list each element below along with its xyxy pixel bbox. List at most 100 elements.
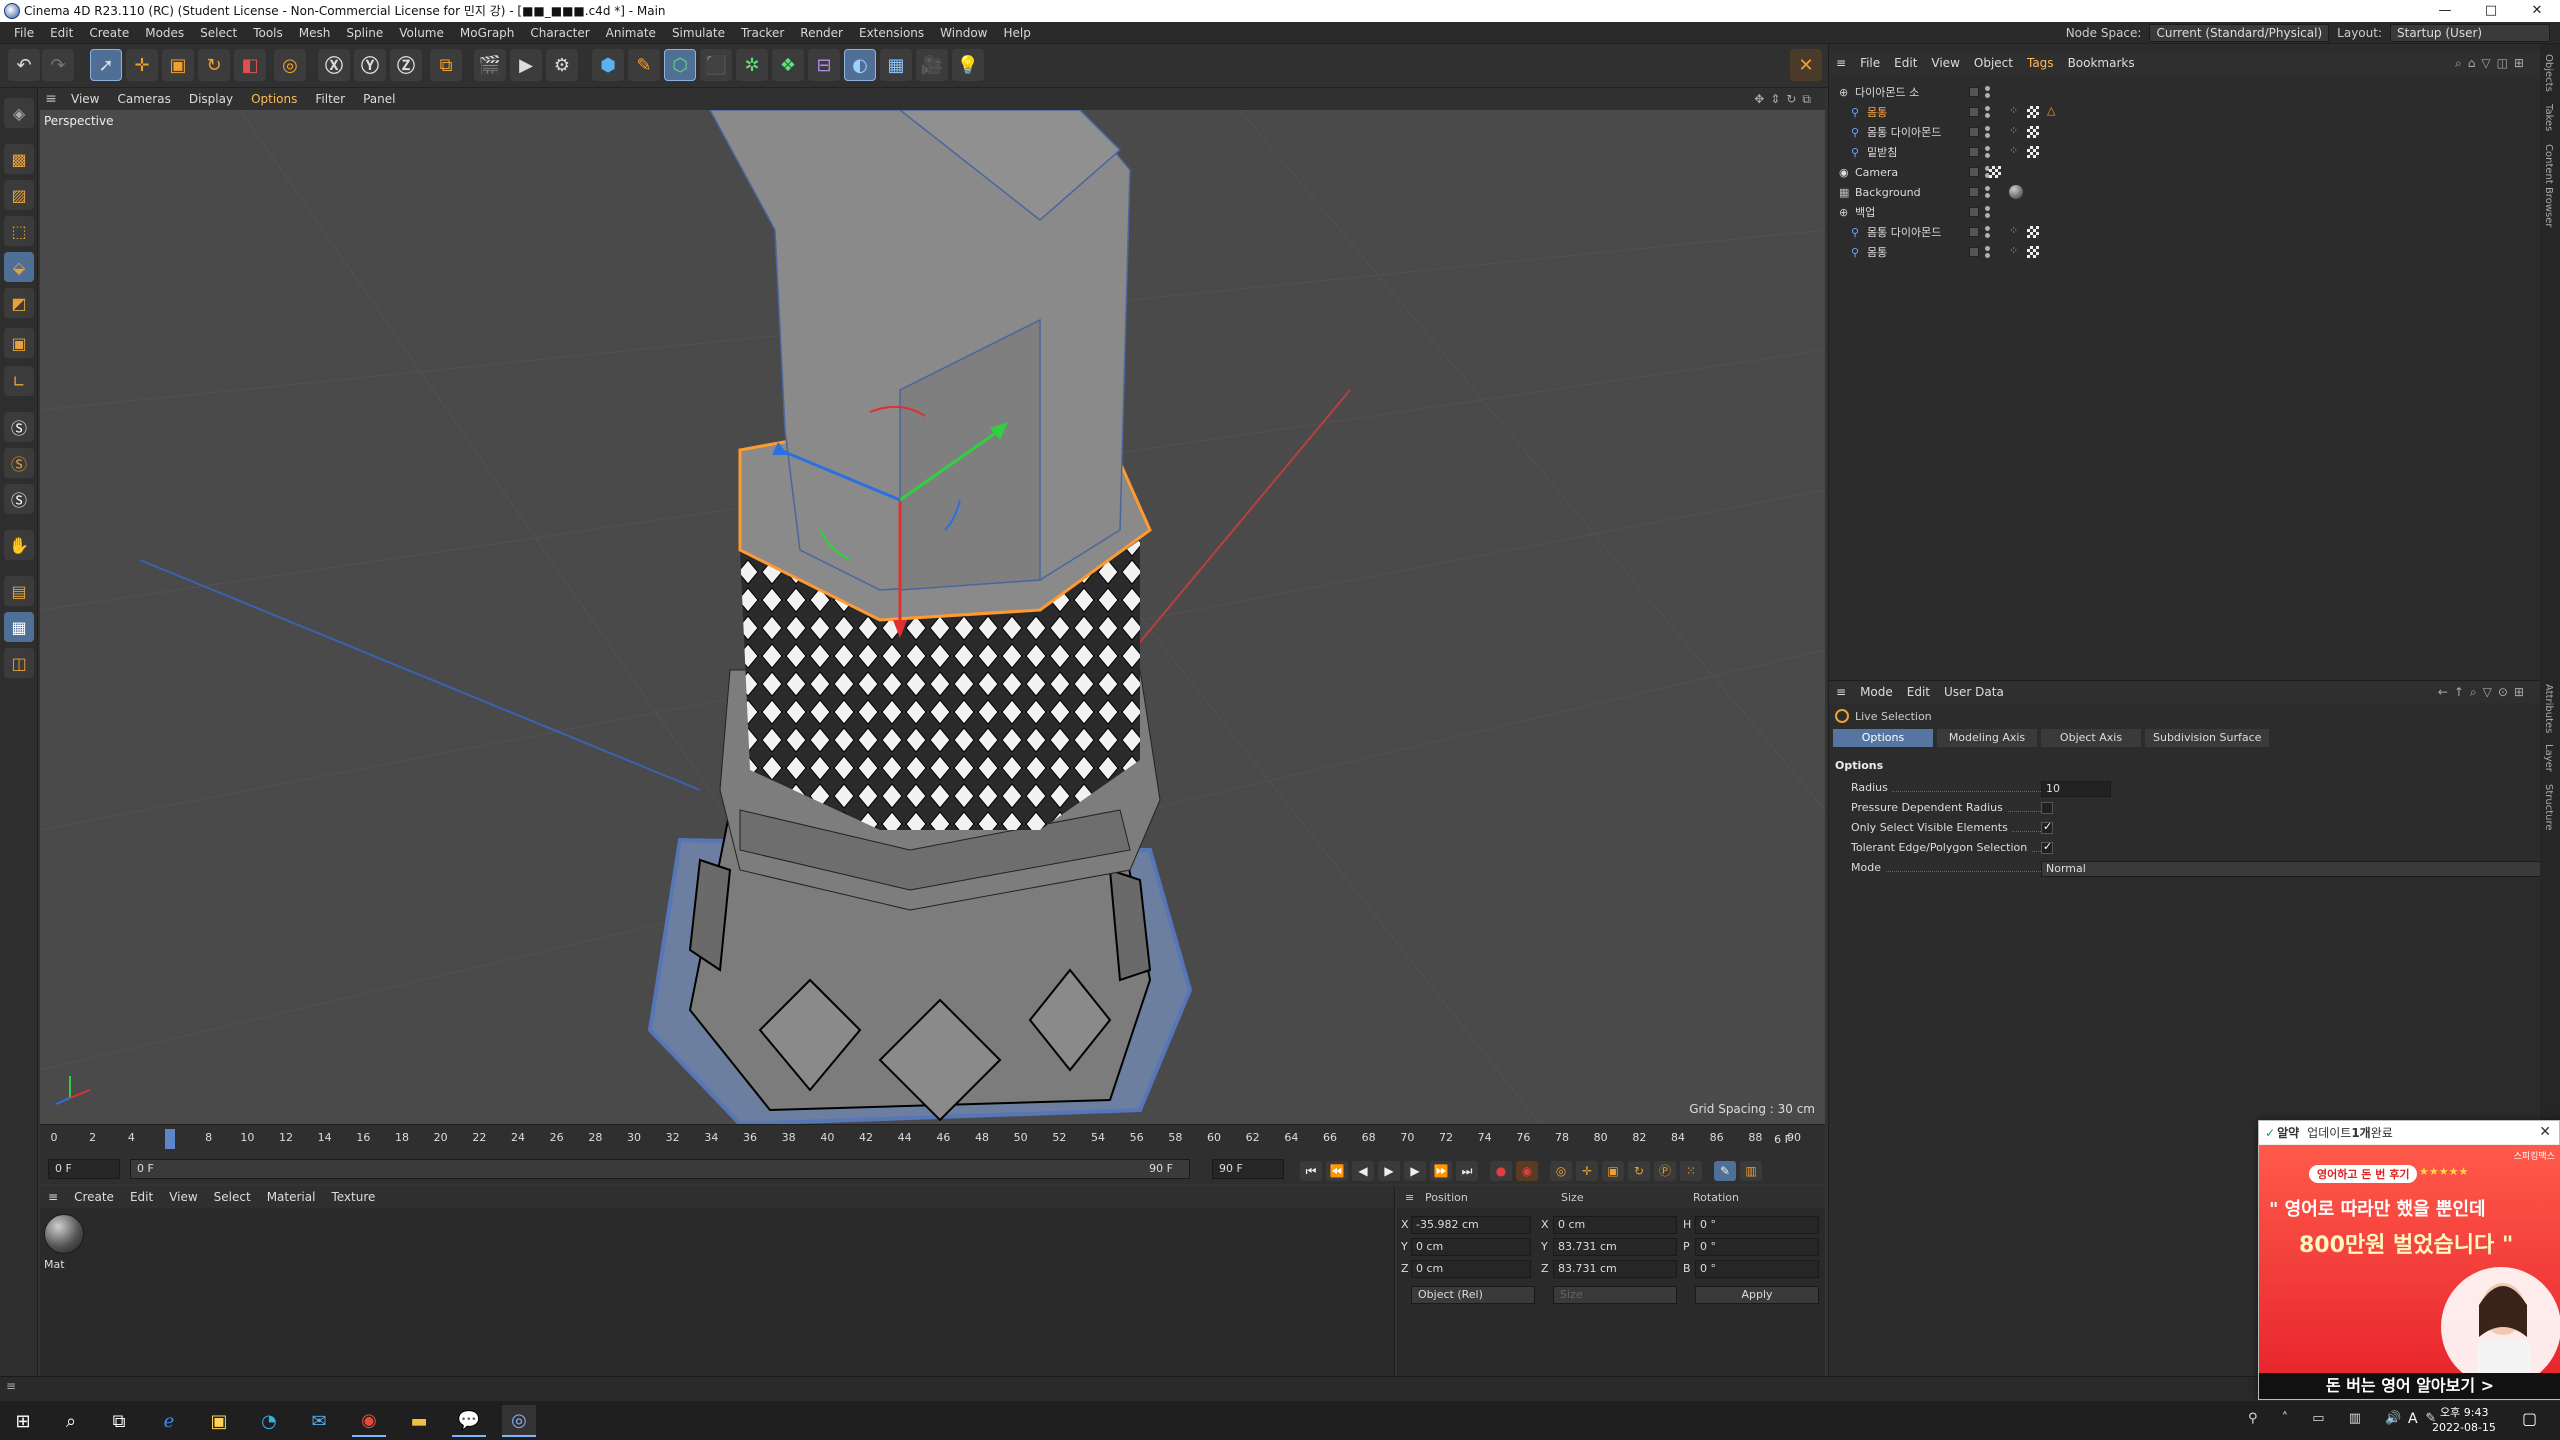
material-menu-material[interactable]: Material [259,1190,324,1204]
editor-visibility-dot[interactable] [1985,186,1990,191]
attr-menu-edit[interactable]: Edit [1900,685,1937,699]
start-icon[interactable]: ⊞ [6,1405,40,1437]
layout-select[interactable]: Startup (User) [2390,24,2550,42]
material-tag-icon[interactable] [2027,126,2039,138]
object-row[interactable]: ⊕ 백업 [1829,202,2540,222]
only-select-visible-checkbox[interactable] [2041,820,2053,834]
kakaotalk-icon[interactable]: 💬 [452,1405,486,1437]
viewport-menu-view[interactable]: View [62,92,108,106]
task-view-icon[interactable]: ⧉ [102,1405,136,1437]
rotation-h-field[interactable]: 0 ° [1695,1216,1819,1234]
material-menu-create[interactable]: Create [66,1190,122,1204]
menu-render[interactable]: Render [792,22,851,44]
mode-select[interactable]: Normal [2041,861,2545,877]
live-selection-icon[interactable]: ➚ [90,49,122,81]
object-layer-checkbox[interactable] [1969,227,1979,237]
om-menu-edit[interactable]: Edit [1887,56,1924,70]
status-menu-icon[interactable]: ≡ [6,1379,16,1393]
phong-tag-icon[interactable]: ⁘ [2009,104,2018,117]
menu-character[interactable]: Character [522,22,597,44]
keyframe-selection-icon[interactable]: ◎ [1550,1161,1572,1181]
rotate-icon[interactable]: ↻ [198,49,230,81]
om-menu-tags[interactable]: Tags [2020,56,2061,70]
tweak-icon[interactable]: ✋ [4,530,34,560]
interpolation-icon[interactable]: ✎ [1714,1161,1736,1181]
locked-workplane-icon[interactable]: ▦ [4,612,34,642]
object-layer-checkbox[interactable] [1969,207,1979,217]
menu-tools[interactable]: Tools [245,22,291,44]
position-y-field[interactable]: 0 cm [1411,1238,1531,1256]
key-position-icon[interactable]: ✛ [1576,1161,1598,1181]
soft-selection-icon[interactable]: ◎ [274,49,306,81]
field-icon[interactable]: ◐ [844,49,876,81]
tab-modeling-axis[interactable]: Modeling Axis [1937,729,2037,747]
menu-spline[interactable]: Spline [338,22,391,44]
move-icon[interactable]: ✛ [126,49,158,81]
render-visibility-dot[interactable] [1985,93,1990,98]
phong-tag-icon[interactable]: ⁘ [2009,224,2018,237]
render-visibility-dot[interactable] [1985,113,1990,118]
editor-visibility-dot[interactable] [1985,106,1990,111]
menu-extensions[interactable]: Extensions [851,22,932,44]
render-visibility-dot[interactable] [1985,213,1990,218]
viewport-menu-filter[interactable]: Filter [306,92,354,106]
object-layer-checkbox[interactable] [1969,127,1979,137]
texture-mode-icon[interactable]: ▨ [4,180,34,210]
key-parameter-icon[interactable]: Ⓟ [1654,1161,1676,1181]
viewport-menu-cameras[interactable]: Cameras [108,92,179,106]
autokey-icon[interactable]: ◉ [1516,1161,1538,1181]
search-icon[interactable]: ⌕ [54,1405,88,1437]
key-pla-icon[interactable]: ⁙ [1680,1161,1702,1181]
material-tag-icon[interactable] [2027,106,2039,118]
editor-visibility-dot[interactable] [1985,226,1990,231]
menu-create[interactable]: Create [81,22,137,44]
menu-simulate[interactable]: Simulate [664,22,733,44]
menu-file[interactable]: File [6,22,42,44]
play-icon[interactable]: ▶ [1378,1161,1400,1181]
mograph-icon[interactable]: ❖ [772,49,804,81]
workplane-icon[interactable]: ▤ [4,576,34,606]
playhead[interactable] [165,1129,176,1149]
ad-banner[interactable]: 스피킹맥스 영어하고 돈 번 후기 ★★★★★ " 영어로 따라만 했을 뿐인데… [2259,1145,2560,1377]
undo-icon[interactable]: ↶ [8,49,40,81]
side-tab-objects[interactable]: Objects [2543,54,2554,92]
quantize-icon[interactable]: Ⓢ [4,484,34,514]
position-x-field[interactable]: -35.982 cm [1411,1216,1531,1234]
go-to-start-icon[interactable]: ⏮ [1300,1161,1322,1181]
object-row[interactable]: ⚲ 몸통 ⁘ △ [1829,102,2540,122]
material-menu-edit[interactable]: Edit [122,1190,161,1204]
tolerant-selection-checkbox[interactable] [2041,840,2053,854]
size-mode-select[interactable]: Size [1553,1286,1677,1304]
ad-cta-button[interactable]: 돈 버는 영어 알아보기 > [2259,1373,2560,1399]
material-tag-icon[interactable] [2027,246,2039,258]
viewport-solo-icon[interactable]: ✕ [1790,49,1822,81]
coordinates-menu-icon[interactable]: ≡ [1397,1191,1422,1204]
recent-tools-icon[interactable]: ◧ [234,49,266,81]
extrude-generator-icon[interactable]: ⬛ [700,49,732,81]
key-rotation-icon[interactable]: ↻ [1628,1161,1650,1181]
material-tag-icon[interactable] [2027,226,2039,238]
scale-icon[interactable]: ▣ [162,49,194,81]
object-row[interactable]: ⚲ 몸통 ⁘ [1829,242,2540,262]
model-mode-icon[interactable]: ▩ [4,144,34,174]
subdivision-surface-icon[interactable]: ⬡ [664,49,696,81]
next-key-icon[interactable]: ⏩ [1430,1161,1452,1181]
end-frame-field[interactable]: 90 F [1212,1159,1284,1179]
notification-icon[interactable]: ▢ [2522,1409,2537,1428]
menu-modes[interactable]: Modes [137,22,192,44]
phong-tag-icon[interactable]: ⁘ [2009,124,2018,137]
planar-workplane-icon[interactable]: ◫ [4,648,34,678]
previous-frame-icon[interactable]: ◀ [1352,1161,1374,1181]
coordinate-mode-select[interactable]: Object (Rel) [1411,1286,1535,1304]
store-icon[interactable]: ▣ [202,1405,236,1437]
material-swatch[interactable] [44,1214,84,1254]
side-tab-attributes[interactable]: Attributes [2543,684,2554,733]
preview-range-slider[interactable]: 0 F 90 F [130,1159,1190,1179]
material-menu-texture[interactable]: Texture [323,1190,383,1204]
axis-mode-icon[interactable]: ∟ [4,366,34,396]
render-visibility-dot[interactable] [1985,153,1990,158]
size-y-field[interactable]: 83.731 cm [1553,1238,1677,1256]
viewport-menu-options[interactable]: Options [242,92,306,106]
editor-visibility-dot[interactable] [1985,146,1990,151]
render-visibility-dot[interactable] [1985,133,1990,138]
